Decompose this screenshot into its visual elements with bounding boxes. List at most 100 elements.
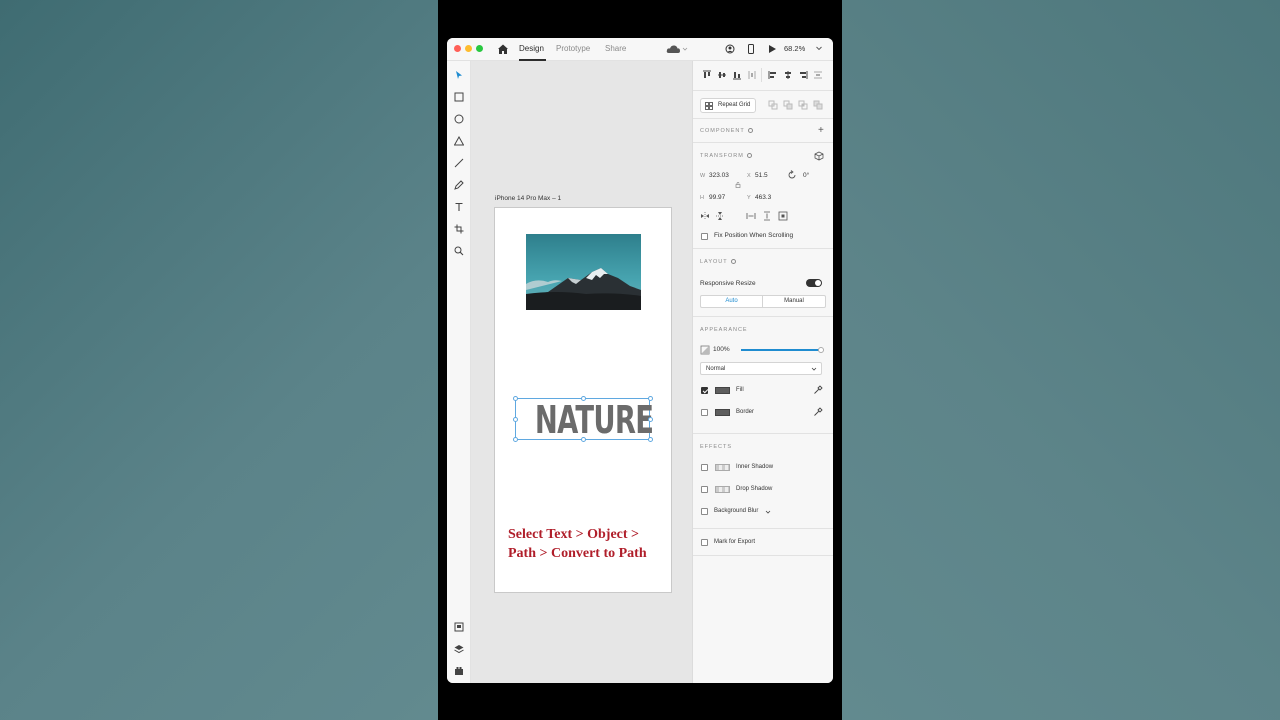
boolean-exclude-icon[interactable] bbox=[813, 100, 823, 110]
flip-horizontal-icon[interactable] bbox=[700, 211, 710, 221]
resize-manual-option[interactable]: Manual bbox=[763, 296, 825, 307]
fill-checkbox[interactable] bbox=[701, 387, 708, 394]
lock-aspect-icon[interactable] bbox=[735, 182, 741, 188]
rotation-input[interactable]: 0° bbox=[803, 172, 809, 179]
tab-share[interactable]: Share bbox=[605, 44, 626, 53]
cloud-icon[interactable] bbox=[666, 44, 688, 54]
distribute-horizontal-icon[interactable] bbox=[813, 70, 823, 80]
mountain-photo[interactable] bbox=[526, 234, 641, 310]
responsive-resize-toggle[interactable] bbox=[806, 279, 822, 287]
inner-shadow-checkbox[interactable] bbox=[701, 464, 708, 471]
select-tool[interactable] bbox=[453, 69, 465, 81]
transform-section: TRANSFORM W 323.03 X 51.5 0° H 99.97 Y 4… bbox=[693, 143, 833, 249]
y-input[interactable]: 463.3 bbox=[755, 194, 771, 201]
pen-tool[interactable] bbox=[453, 179, 465, 191]
layers-button[interactable] bbox=[453, 643, 465, 655]
boolean-intersect-icon[interactable] bbox=[798, 100, 808, 110]
resize-auto-option[interactable]: Auto bbox=[701, 296, 763, 307]
tab-design[interactable]: Design bbox=[519, 44, 544, 53]
x-input[interactable]: 51.5 bbox=[755, 172, 768, 179]
fix-position-checkbox[interactable] bbox=[701, 233, 708, 240]
eyedropper-icon[interactable] bbox=[813, 407, 823, 417]
resize-handle-bottom-right[interactable] bbox=[648, 437, 653, 442]
mountain-image bbox=[526, 234, 641, 310]
tab-prototype[interactable]: Prototype bbox=[556, 44, 590, 53]
width-input[interactable]: 323.03 bbox=[709, 172, 729, 179]
effects-section: EFFECTS Inner Shadow Drop Shadow Backgro… bbox=[693, 434, 833, 529]
artboard-title[interactable]: iPhone 14 Pro Max – 1 bbox=[495, 195, 561, 202]
resize-handle-bottom[interactable] bbox=[581, 437, 586, 442]
drop-shadow-label: Drop Shadow bbox=[736, 486, 773, 492]
polygon-tool[interactable] bbox=[453, 135, 465, 147]
appearance-section: APPEARANCE 100% Normal Fill Border bbox=[693, 317, 833, 434]
opacity-value[interactable]: 100% bbox=[713, 346, 730, 353]
flip-vertical-icon[interactable] bbox=[715, 211, 725, 221]
artboard-tool[interactable] bbox=[453, 223, 465, 235]
align-bottom-icon[interactable] bbox=[732, 70, 742, 80]
drop-shadow-swatch[interactable] bbox=[715, 486, 730, 493]
background-blur-checkbox[interactable] bbox=[701, 508, 708, 515]
border-color-swatch[interactable] bbox=[715, 409, 730, 416]
add-component-button[interactable]: + bbox=[818, 125, 824, 136]
tool-bar bbox=[447, 61, 471, 683]
info-icon[interactable] bbox=[730, 259, 736, 265]
line-tool[interactable] bbox=[453, 157, 465, 169]
user-icon[interactable] bbox=[725, 44, 735, 54]
boolean-add-icon[interactable] bbox=[768, 100, 778, 110]
opacity-slider[interactable] bbox=[741, 347, 824, 353]
distribute-vertical-icon[interactable] bbox=[747, 70, 757, 80]
border-checkbox[interactable] bbox=[701, 409, 708, 416]
play-icon[interactable] bbox=[767, 44, 777, 54]
align-section bbox=[693, 61, 833, 91]
background-blur-label[interactable]: Background Blur bbox=[714, 508, 758, 514]
align-right-icon[interactable] bbox=[798, 70, 808, 80]
minimize-window-button[interactable] bbox=[465, 45, 472, 52]
repeat-grid-button[interactable]: Repeat Grid bbox=[700, 98, 756, 113]
resize-handle-bottom-left[interactable] bbox=[513, 437, 518, 442]
nature-text-selection[interactable]: NATURE bbox=[513, 396, 654, 442]
fit-width-icon[interactable] bbox=[746, 211, 756, 221]
instruction-line-1: Select Text > Object > bbox=[508, 527, 640, 542]
opacity-slider-knob[interactable] bbox=[818, 347, 824, 353]
align-top-icon[interactable] bbox=[702, 70, 712, 80]
assets-button[interactable] bbox=[453, 621, 465, 633]
mark-export-label: Mark for Export bbox=[714, 539, 756, 545]
device-preview-icon[interactable] bbox=[746, 44, 756, 54]
eyedropper-icon[interactable] bbox=[813, 385, 823, 395]
text-tool[interactable] bbox=[453, 201, 465, 213]
artboard[interactable]: NATURE Select Text > Object > Path > Con… bbox=[494, 207, 672, 593]
info-icon[interactable] bbox=[746, 153, 752, 159]
plugins-button[interactable] bbox=[453, 665, 465, 677]
resize-handle-right[interactable] bbox=[648, 417, 653, 422]
align-middle-icon[interactable] bbox=[717, 70, 727, 80]
mark-export-checkbox[interactable] bbox=[701, 539, 708, 546]
layout-title-text: LAYOUT bbox=[700, 259, 728, 265]
resize-handle-top-right[interactable] bbox=[648, 396, 653, 401]
inner-shadow-swatch[interactable] bbox=[715, 464, 730, 471]
rectangle-tool[interactable] bbox=[453, 91, 465, 103]
blend-mode-dropdown[interactable]: Normal bbox=[700, 362, 822, 375]
component-section-title: COMPONENT bbox=[700, 128, 753, 134]
ellipse-tool[interactable] bbox=[453, 113, 465, 125]
resize-handle-top[interactable] bbox=[581, 396, 586, 401]
fill-color-swatch[interactable] bbox=[715, 387, 730, 394]
home-icon[interactable] bbox=[497, 43, 509, 55]
align-center-icon[interactable] bbox=[783, 70, 793, 80]
zoom-tool[interactable] bbox=[453, 245, 465, 257]
close-window-button[interactable] bbox=[454, 45, 461, 52]
resize-handle-top-left[interactable] bbox=[513, 396, 518, 401]
chevron-down-icon[interactable] bbox=[815, 44, 823, 52]
design-canvas[interactable]: iPhone 14 Pro Max – 1 NATURE Select Text… bbox=[471, 61, 692, 683]
drop-shadow-checkbox[interactable] bbox=[701, 486, 708, 493]
resize-handle-left[interactable] bbox=[513, 417, 518, 422]
fit-height-icon[interactable] bbox=[762, 211, 772, 221]
zoom-level[interactable]: 68.2% bbox=[784, 44, 805, 53]
boolean-subtract-icon[interactable] bbox=[783, 100, 793, 110]
maximize-window-button[interactable] bbox=[476, 45, 483, 52]
info-icon[interactable] bbox=[747, 128, 753, 134]
fit-content-icon[interactable] bbox=[778, 211, 788, 221]
3d-transform-icon[interactable] bbox=[814, 151, 824, 161]
height-input[interactable]: 99.97 bbox=[709, 194, 725, 201]
align-left-icon[interactable] bbox=[768, 70, 778, 80]
chevron-down-icon[interactable] bbox=[765, 509, 771, 515]
